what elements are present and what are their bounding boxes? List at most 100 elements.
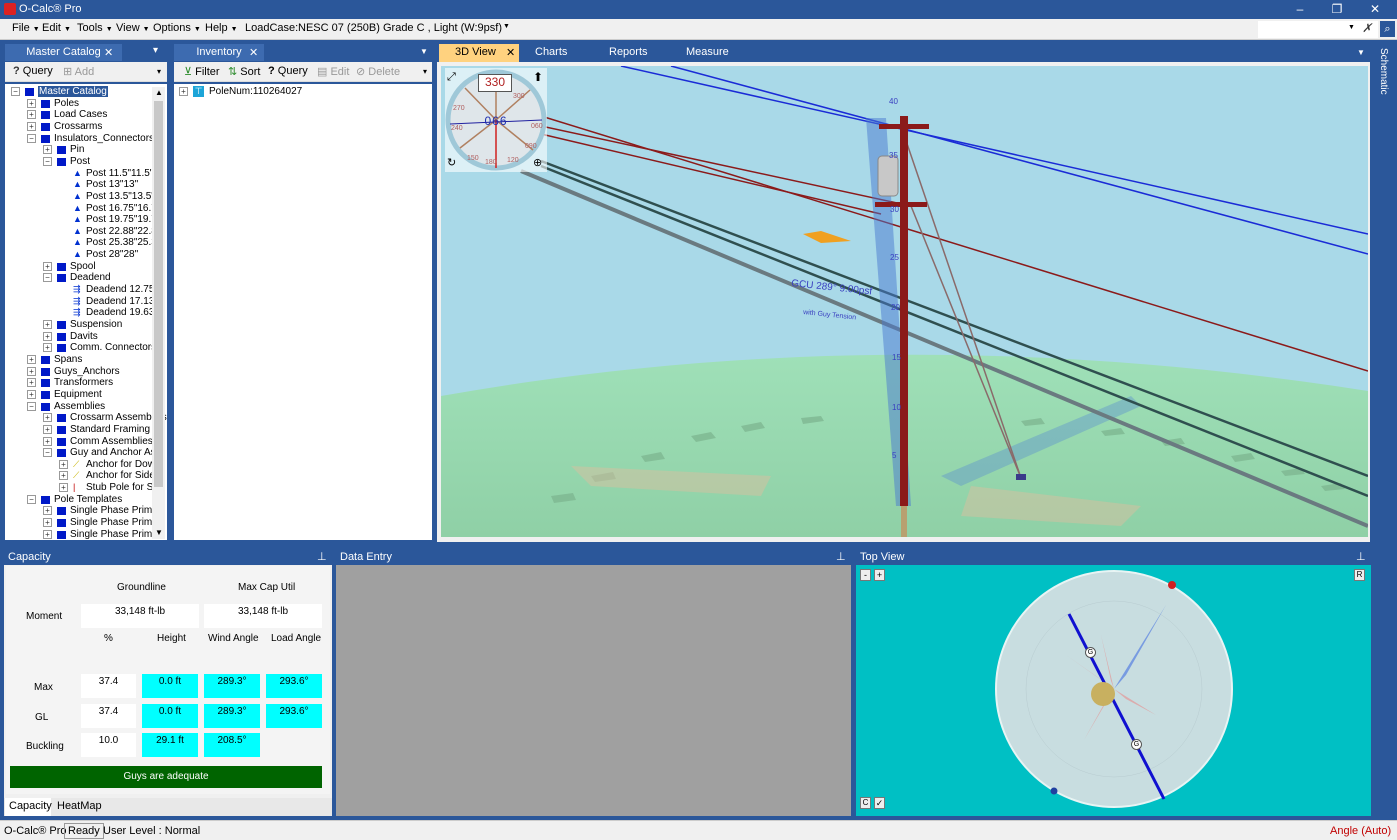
- collapse-icon[interactable]: −: [43, 448, 52, 458]
- expand-icon[interactable]: +: [43, 145, 52, 155]
- catalog-scrollbar[interactable]: ▲ ▼: [152, 87, 165, 539]
- expand-icon[interactable]: +: [43, 320, 52, 329]
- overflow-icon[interactable]: ▾: [423, 67, 427, 76]
- scroll-up-icon[interactable]: ▲: [155, 88, 163, 97]
- pan-icon[interactable]: ⤢: [447, 71, 456, 84]
- pin-icon[interactable]: ⊥: [836, 550, 846, 563]
- expand-icon[interactable]: +: [43, 518, 52, 528]
- tree-item[interactable]: ▲ Post 22.88"22.8: [11, 226, 161, 238]
- panel-menu-icon[interactable]: ▼: [1357, 48, 1365, 57]
- collapse-icon[interactable]: −: [27, 401, 36, 411]
- tree-item[interactable]: ⇶ Deadend 12.75: [11, 284, 161, 296]
- tree-item[interactable]: + Guys_Anchors: [11, 366, 161, 378]
- panel-menu-icon[interactable]: ▾: [153, 45, 158, 56]
- expand-icon[interactable]: +: [27, 378, 36, 388]
- chevron-down-icon[interactable]: ▼: [1348, 24, 1355, 31]
- expand-icon[interactable]: +: [59, 459, 68, 469]
- collapse-icon[interactable]: −: [11, 87, 20, 96]
- collapse-icon[interactable]: −: [27, 133, 36, 143]
- catalog-scroll-thumb[interactable]: [154, 101, 163, 487]
- tree-item[interactable]: + Standard Framing A:: [11, 424, 162, 436]
- pin-icon[interactable]: ⊥: [317, 550, 327, 563]
- menu-view[interactable]: View ▼: [116, 22, 150, 34]
- zoom-out-button[interactable]: -: [860, 569, 871, 581]
- rotate-icon[interactable]: ↻: [447, 156, 456, 169]
- expand-icon[interactable]: +: [179, 87, 188, 96]
- tree-item[interactable]: + Davits: [11, 331, 161, 343]
- expand-icon[interactable]: +: [43, 261, 52, 271]
- delete-button[interactable]: ⊘ Delete: [356, 65, 400, 78]
- inventory-item[interactable]: + ⊤ PoleNum:110264027: [179, 86, 419, 98]
- menu-options[interactable]: Options ▼: [153, 22, 201, 34]
- tree-item[interactable]: − Insulators_Connectors: [11, 133, 161, 145]
- tree-item[interactable]: + Crossarms: [11, 121, 161, 133]
- tree-item[interactable]: + ⟋ Anchor for Sidev: [11, 470, 161, 482]
- tree-item[interactable]: ▲ Post 28"28": [11, 249, 161, 261]
- schematic-side-tab[interactable]: Schematic: [1374, 44, 1394, 124]
- catalog-add-button[interactable]: ⊞ Add: [63, 65, 94, 78]
- tree-item[interactable]: ⇶ Deadend 19.63: [11, 307, 161, 319]
- north-up-icon[interactable]: ⬆: [533, 70, 543, 84]
- tab-reports[interactable]: Reports: [609, 46, 648, 58]
- zoom-in-button[interactable]: +: [874, 569, 885, 581]
- tab-measure[interactable]: Measure: [686, 46, 729, 58]
- tree-item[interactable]: + Spans: [11, 354, 161, 366]
- tree-item[interactable]: − Deadend: [11, 272, 161, 284]
- expand-icon[interactable]: +: [43, 413, 52, 423]
- expand-icon[interactable]: +: [43, 343, 52, 353]
- expand-icon[interactable]: +: [27, 121, 36, 131]
- menu-file[interactable]: File ▼: [12, 22, 40, 34]
- expand-icon[interactable]: +: [27, 389, 36, 399]
- tree-item[interactable]: ▲ Post 25.38"25.3: [11, 237, 161, 249]
- tree-item[interactable]: − Pole Templates: [11, 494, 161, 506]
- tree-item[interactable]: + Comm Assemblies: [11, 436, 161, 448]
- tree-item[interactable]: − Post: [11, 156, 161, 168]
- loadcase-select[interactable]: NESC 07 (250B) Grade C , Light (W:9psf) ▼: [298, 22, 512, 34]
- restore-button[interactable]: ❐: [1327, 1, 1347, 17]
- expand-icon[interactable]: +: [43, 529, 52, 539]
- tab-heatmap[interactable]: HeatMap: [57, 800, 102, 812]
- tree-item[interactable]: + Single Phase Primar: [11, 505, 161, 517]
- tab-charts[interactable]: Charts: [535, 46, 567, 58]
- tab-3d-view[interactable]: 3D View ✕: [439, 44, 519, 62]
- catalog-query-button[interactable]: ? Query: [13, 65, 53, 77]
- close-icon[interactable]: ✕: [104, 46, 113, 59]
- tree-item[interactable]: + Pin: [11, 144, 161, 156]
- expand-icon[interactable]: +: [27, 110, 36, 120]
- tree-item[interactable]: + Equipment: [11, 389, 161, 401]
- expand-icon[interactable]: +: [59, 483, 68, 493]
- menu-tools[interactable]: Tools ▼: [77, 22, 113, 34]
- tree-item[interactable]: − Assemblies: [11, 401, 161, 413]
- expand-icon[interactable]: +: [43, 436, 52, 446]
- tree-item[interactable]: + Spool: [11, 261, 161, 273]
- tree-item[interactable]: ▲ Post 11.5"11.5": [11, 168, 161, 180]
- expand-icon[interactable]: +: [43, 424, 52, 434]
- minimize-button[interactable]: –: [1290, 1, 1310, 17]
- close-icon[interactable]: ✕: [506, 46, 515, 59]
- expand-icon[interactable]: +: [43, 331, 52, 341]
- overflow-icon[interactable]: ▾: [157, 67, 161, 76]
- toggle-checkbox[interactable]: ✓: [874, 797, 885, 809]
- expand-icon[interactable]: +: [27, 98, 36, 108]
- close-icon[interactable]: ✕: [249, 46, 258, 59]
- tree-item[interactable]: ▲ Post 13"13": [11, 179, 161, 191]
- collapse-icon[interactable]: −: [27, 494, 36, 504]
- guy-marker[interactable]: G: [1085, 647, 1096, 658]
- expand-icon[interactable]: +: [27, 354, 36, 364]
- scroll-down-icon[interactable]: ▼: [155, 528, 163, 537]
- tab-capacity[interactable]: Capacity: [5, 798, 52, 816]
- menu-help[interactable]: Help ▼: [205, 22, 238, 34]
- reset-button[interactable]: R: [1354, 569, 1365, 581]
- clear-search-icon[interactable]: ✗: [1362, 21, 1372, 35]
- tree-item[interactable]: + ⟋ Anchor for Dowr: [11, 459, 161, 471]
- inventory-query-button[interactable]: ? Query: [268, 65, 308, 77]
- expand-icon[interactable]: +: [27, 366, 36, 376]
- collapse-icon[interactable]: −: [43, 273, 52, 283]
- tree-item[interactable]: ▲ Post 16.75"16.7: [11, 203, 161, 215]
- panel-menu-icon[interactable]: ▼: [420, 47, 428, 56]
- center-button[interactable]: C: [860, 797, 871, 809]
- orientation-compass[interactable]: 270 240 300 180 150 120 090 060 330 066 …: [445, 68, 547, 172]
- tree-item[interactable]: + Comm. Connectors: [11, 342, 161, 354]
- tree-item[interactable]: ▲ Post 13.5"13.5": [11, 191, 161, 203]
- tree-item[interactable]: ⇶ Deadend 17.13: [11, 296, 161, 308]
